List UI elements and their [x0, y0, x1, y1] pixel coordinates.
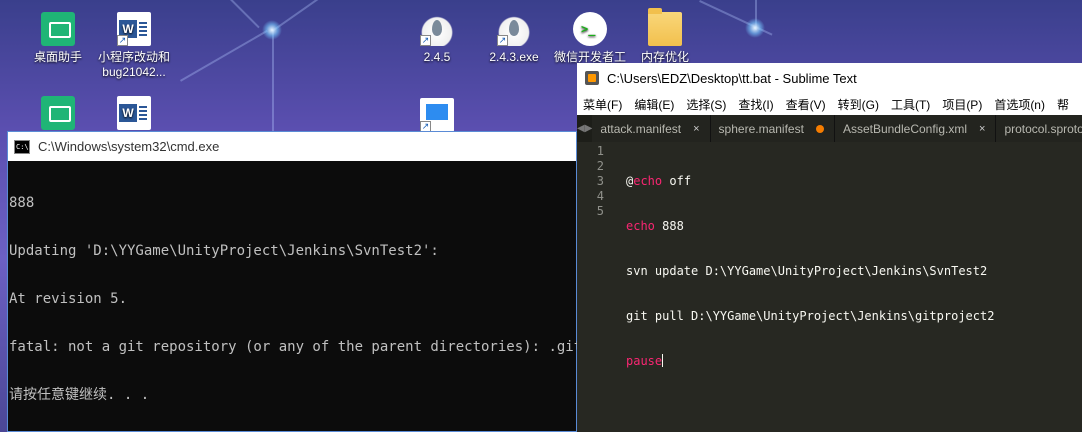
cmd-icon: C:\ — [14, 139, 30, 154]
menu-file[interactable]: 菜单(F) — [583, 96, 622, 113]
word-doc-icon: W ↗ — [117, 12, 151, 46]
unsaved-dot-icon[interactable] — [815, 124, 824, 133]
sublime-titlebar[interactable]: C:\Users\EDZ\Desktop\tt.bat - Sublime Te… — [577, 63, 1082, 93]
tab-next-icon[interactable]: ▶ — [585, 123, 593, 134]
desktop-icon-label: 2.4.5 — [423, 50, 451, 64]
cmd-titlebar[interactable]: C:\ C:\Windows\system32\cmd.exe — [8, 132, 576, 161]
cmd-output[interactable]: 888 Updating 'D:\YYGame\UnityProject\Jen… — [8, 161, 583, 432]
cmd-title: C:\Windows\system32\cmd.exe — [38, 139, 220, 154]
menu-selection[interactable]: 选择(S) — [686, 96, 726, 113]
desktop-icon-word-doc[interactable]: W ↗ 小程序改动和 bug21042... — [94, 12, 174, 80]
sublime-title: C:\Users\EDZ\Desktop\tt.bat - Sublime Te… — [607, 70, 857, 86]
word-doc-icon: W — [117, 96, 151, 130]
line-number: 3 — [596, 174, 604, 188]
tab-assetbundleconfig[interactable]: AssetBundleConfig.xml × — [834, 115, 997, 142]
desktop-icon-wechat-devtools[interactable]: >_ 微信开发者工 — [550, 12, 630, 65]
desktop-icon-green-app[interactable] — [18, 96, 98, 134]
desktop-icon-label: 桌面助手 — [33, 50, 82, 64]
sublime-icon — [585, 71, 599, 85]
cmd-line: 请按任意键继续. . . — [9, 387, 150, 403]
tab-attack-manifest[interactable]: attack.manifest × — [592, 115, 711, 142]
wechat-devtools-icon: >_ — [573, 12, 607, 46]
sublime-window[interactable]: C:\Users\EDZ\Desktop\tt.bat - Sublime Te… — [577, 63, 1082, 432]
menu-preferences[interactable]: 首选项(n) — [994, 96, 1045, 113]
app-icon: ↗ — [420, 98, 454, 132]
tab-nav: ◀ ▶ — [577, 115, 592, 142]
installer-icon: ↗ — [420, 12, 454, 46]
shortcut-arrow-icon: ↗ — [117, 35, 128, 46]
tab-label: sphere.manifest — [718, 121, 804, 136]
cmd-line: 888 — [9, 195, 35, 211]
desktop-icon-desk-assistant[interactable]: 桌面助手 — [18, 12, 98, 65]
sublime-tabbar: ◀ ▶ attack.manifest × sphere.manifest As… — [577, 115, 1082, 142]
tab-protocol-sproto[interactable]: protocol.sproto — [996, 115, 1082, 142]
tab-label: protocol.sproto — [1004, 121, 1082, 136]
close-icon[interactable]: × — [693, 123, 699, 135]
menu-view[interactable]: 查看(V) — [786, 96, 826, 113]
menu-project[interactable]: 项目(P) — [942, 96, 982, 113]
cmd-window[interactable]: C:\ C:\Windows\system32\cmd.exe 888 Upda… — [7, 131, 583, 432]
menu-edit[interactable]: 编辑(E) — [634, 96, 674, 113]
folder-icon — [648, 8, 682, 46]
shortcut-arrow-icon: ↗ — [420, 35, 431, 46]
cmd-line: Updating 'D:\YYGame\UnityProject\Jenkins… — [9, 243, 439, 259]
desktop-icon-word-doc-2[interactable]: W — [94, 96, 174, 134]
menu-tools[interactable]: 工具(T) — [891, 96, 930, 113]
code-editor[interactable]: 1 2 3 4 5 @echo off echo 888 svn update … — [577, 142, 1082, 399]
desktop-icon-245[interactable]: ↗ 2.4.5 — [397, 12, 477, 65]
line-number-gutter: 1 2 3 4 5 — [577, 144, 607, 399]
cmd-line: fatal: not a git repository (or any of t… — [9, 339, 583, 355]
desktop-icon-memory-opt[interactable]: 内存优化 — [625, 8, 705, 65]
glow-light — [745, 18, 765, 38]
line-number: 5 — [596, 204, 604, 218]
code-content[interactable]: @echo off echo 888 svn update D:\YYGame\… — [607, 144, 994, 399]
code-line-2: echo 888 — [626, 219, 684, 233]
tab-label: AssetBundleConfig.xml — [842, 121, 967, 136]
code-line-3: svn update D:\YYGame\UnityProject\Jenkin… — [626, 264, 988, 278]
shortcut-arrow-icon: ↗ — [497, 35, 508, 46]
text-cursor — [662, 354, 664, 367]
menu-find[interactable]: 查找(I) — [738, 96, 773, 113]
sublime-menubar: 菜单(F) 编辑(E) 选择(S) 查找(I) 查看(V) 转到(G) 工具(T… — [577, 93, 1082, 115]
cmd-line: At revision 5. — [9, 291, 128, 307]
menu-goto[interactable]: 转到(G) — [838, 96, 879, 113]
line-number: 4 — [596, 189, 604, 203]
tab-sphere-manifest[interactable]: sphere.manifest — [710, 115, 835, 142]
desktop-icon-label: 2.4.3.exe — [489, 50, 539, 64]
installer-icon: ↗ — [497, 12, 531, 46]
code-line-4: git pull D:\YYGame\UnityProject\Jenkins\… — [626, 309, 995, 323]
desktop-icon-label: 小程序改动和 — [97, 50, 170, 64]
menu-help[interactable]: 帮 — [1057, 96, 1069, 113]
line-number: 2 — [596, 159, 604, 173]
code-line-5: pause — [626, 354, 664, 368]
desktop-icon-label: bug21042... — [102, 65, 166, 79]
desktop-icon-243-exe[interactable]: ↗ 2.4.3.exe — [474, 12, 554, 65]
glow-light — [262, 20, 282, 40]
close-icon[interactable]: × — [979, 123, 985, 135]
code-line-1: @echo off — [626, 174, 692, 188]
tab-prev-icon[interactable]: ◀ — [577, 123, 585, 134]
app-icon — [41, 96, 75, 130]
desk-assistant-icon — [41, 12, 75, 46]
tab-label: attack.manifest — [600, 121, 682, 136]
line-number: 1 — [596, 144, 604, 158]
